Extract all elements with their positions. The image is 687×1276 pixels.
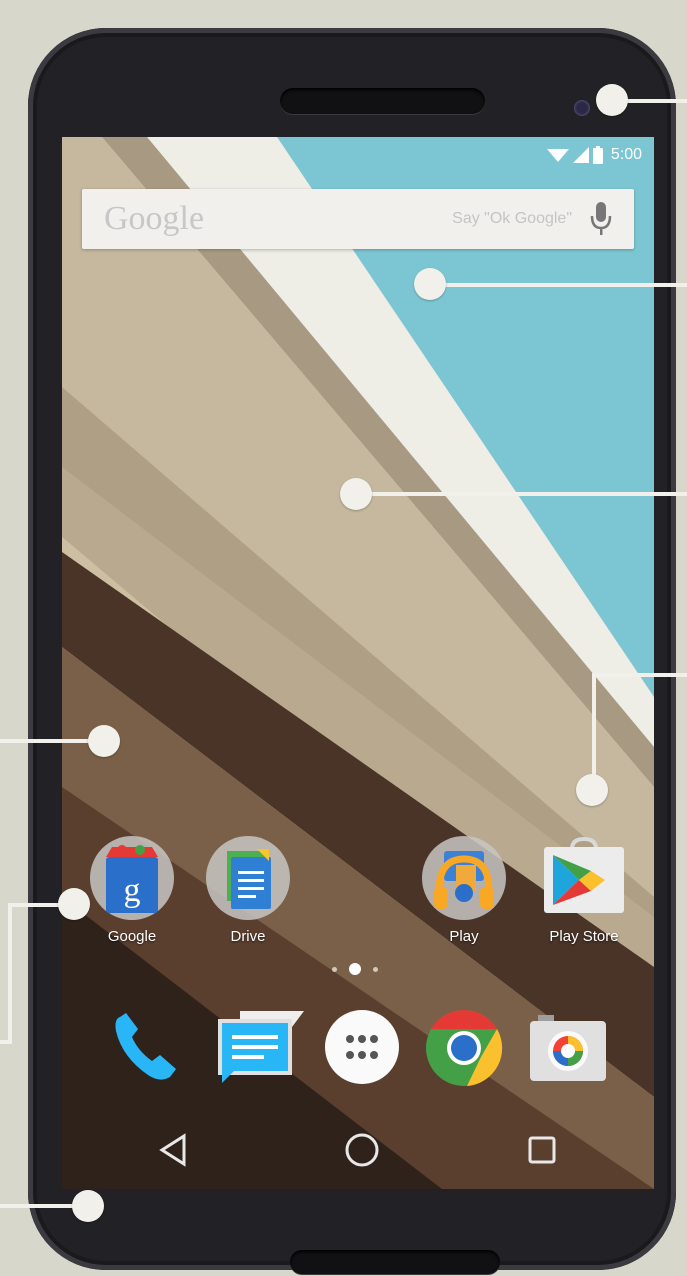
navigation-bar: [62, 1112, 654, 1189]
front-camera: [574, 100, 590, 116]
messaging-icon[interactable]: [212, 1007, 304, 1087]
search-hint: Say "Ok Google": [452, 210, 572, 227]
home-screen: 5:00 Google Say "Ok Google" g Google Dri…: [62, 137, 654, 1189]
google-search-bar[interactable]: Google Say "Ok Google": [82, 189, 634, 249]
play-music-icon: [422, 836, 506, 920]
callout-navigation: [72, 1190, 104, 1222]
app-label-drive: Drive: [230, 928, 266, 945]
app-play-store[interactable]: Play Store: [534, 835, 634, 945]
app-google[interactable]: g Google: [82, 835, 182, 945]
app-drive[interactable]: Drive: [198, 835, 298, 945]
recents-icon[interactable]: [522, 1130, 562, 1170]
callout-camera: [596, 84, 628, 116]
google-logo: Google: [104, 200, 205, 237]
app-drawer-icon[interactable]: [324, 1009, 400, 1085]
google-search-icon: g: [90, 836, 174, 920]
svg-text:g: g: [124, 872, 141, 909]
microphone-icon[interactable]: [590, 202, 612, 236]
play-store-icon: [544, 836, 624, 913]
drive-icon: [206, 836, 290, 920]
app-label-play: Play: [449, 928, 479, 945]
app-play[interactable]: Play: [414, 835, 514, 945]
callout-app-icons: [58, 888, 90, 920]
callout-line: [8, 903, 12, 1043]
top-speaker-grille: [280, 88, 485, 114]
signal-icon: [572, 147, 589, 163]
callout-line: [428, 283, 687, 287]
app-label-google: Google: [107, 928, 157, 945]
callout-home-screen: [88, 725, 120, 757]
callout-line: [0, 1040, 12, 1044]
page-dot[interactable]: [373, 966, 378, 972]
status-time: 5:00: [610, 146, 642, 163]
camera-icon[interactable]: [528, 1013, 608, 1083]
back-icon[interactable]: [154, 1130, 194, 1170]
app-label-play-store: Play Store: [549, 928, 619, 945]
status-bar: 5:00: [62, 137, 654, 173]
phone-icon[interactable]: [108, 1009, 184, 1085]
page-dot-current[interactable]: [349, 963, 361, 975]
chrome-icon[interactable]: [425, 1009, 503, 1087]
callout-line: [592, 673, 687, 677]
page-indicator: [332, 963, 378, 975]
callout-wallpaper: [340, 478, 372, 510]
bottom-speaker-grille: [290, 1250, 500, 1274]
wifi-icon: [546, 149, 569, 162]
callout-search: [414, 268, 446, 300]
callout-line: [356, 492, 687, 496]
home-icon[interactable]: [342, 1130, 382, 1170]
page-dot[interactable]: [332, 966, 337, 972]
battery-icon: [592, 146, 603, 164]
callout-app-shortcuts: [576, 774, 608, 806]
